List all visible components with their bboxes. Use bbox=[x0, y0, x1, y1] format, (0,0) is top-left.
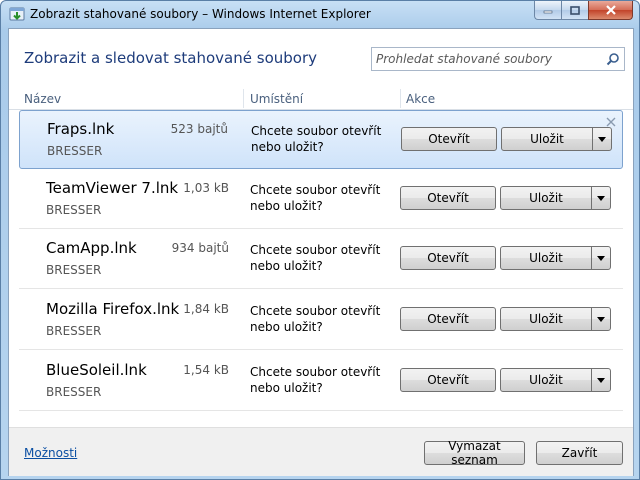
downloads-window: Zobrazit stahované soubory – Windows Int… bbox=[0, 0, 640, 480]
close-window-button[interactable] bbox=[588, 1, 633, 20]
dropdown-arrow-icon bbox=[597, 195, 605, 201]
download-row[interactable]: Mozilla Firefox.lnk 1,84 kB BRESSER Chce… bbox=[19, 291, 623, 350]
column-actions[interactable]: Akce bbox=[406, 92, 435, 108]
file-name: BlueSoleil.lnk bbox=[46, 361, 147, 379]
download-prompt: Chcete soubor otevřít nebo uložit? bbox=[250, 183, 381, 213]
save-options-button[interactable] bbox=[591, 368, 611, 392]
open-button[interactable]: Otevřít bbox=[400, 246, 496, 270]
file-name: CamApp.lnk bbox=[46, 239, 137, 257]
save-button[interactable]: Uložit bbox=[500, 186, 592, 210]
download-row[interactable]: CamApp.lnk 934 bajtů BRESSER Chcete soub… bbox=[19, 230, 623, 289]
save-options-button[interactable] bbox=[591, 246, 611, 270]
minimize-button[interactable] bbox=[534, 1, 561, 20]
download-row[interactable]: BlueSoleil.lnk 1,54 kB BRESSER Chcete so… bbox=[19, 352, 623, 411]
maximize-icon bbox=[570, 5, 580, 15]
open-button[interactable]: Otevřít bbox=[400, 186, 496, 210]
dropdown-arrow-icon bbox=[597, 377, 605, 383]
file-source: BRESSER bbox=[47, 144, 103, 158]
client-area: Zobrazit a sledovat stahované soubory Ná… bbox=[8, 28, 634, 476]
minimize-icon bbox=[543, 10, 553, 14]
save-options-button[interactable] bbox=[591, 307, 611, 331]
download-prompt: Chcete soubor otevřít nebo uložit? bbox=[251, 124, 382, 154]
download-row[interactable]: Fraps.lnk 523 bajtů BRESSER Chcete soubo… bbox=[19, 110, 623, 169]
file-size: 1,84 kB bbox=[183, 302, 229, 316]
title-bar[interactable]: Zobrazit stahované soubory – Windows Int… bbox=[1, 1, 639, 27]
dropdown-arrow-icon bbox=[597, 255, 605, 261]
download-prompt: Chcete soubor otevřít nebo uložit? bbox=[250, 365, 381, 395]
footer-bar: Možnosti Vymazat seznam Zavřít bbox=[9, 427, 633, 476]
column-location[interactable]: Umístění bbox=[250, 92, 303, 108]
file-name: Fraps.lnk bbox=[47, 120, 115, 138]
dropdown-arrow-icon bbox=[597, 316, 605, 322]
maximize-button[interactable] bbox=[561, 1, 588, 20]
column-headers: Název Umístění Akce bbox=[9, 89, 633, 110]
download-manager-icon bbox=[9, 7, 25, 21]
options-link[interactable]: Možnosti bbox=[24, 446, 77, 460]
file-size: 934 bajtů bbox=[171, 241, 229, 255]
clear-list-button[interactable]: Vymazat seznam bbox=[424, 439, 525, 467]
page-title: Zobrazit a sledovat stahované soubory bbox=[24, 49, 317, 67]
save-options-button[interactable] bbox=[591, 186, 611, 210]
close-icon bbox=[605, 5, 616, 15]
file-source: BRESSER bbox=[46, 263, 102, 277]
file-size: 1,54 kB bbox=[183, 363, 229, 377]
save-button[interactable]: Uložit bbox=[500, 307, 592, 331]
file-name: TeamViewer 7.lnk bbox=[46, 179, 179, 197]
save-button[interactable]: Uložit bbox=[500, 368, 592, 392]
open-button[interactable]: Otevřít bbox=[400, 368, 496, 392]
file-name: Mozilla Firefox.lnk bbox=[46, 300, 180, 318]
search-box[interactable] bbox=[371, 47, 625, 71]
download-prompt: Chcete soubor otevřít nebo uložit? bbox=[250, 243, 381, 273]
column-separator[interactable] bbox=[243, 89, 244, 108]
file-source: BRESSER bbox=[46, 203, 102, 217]
remove-item-icon[interactable] bbox=[606, 117, 616, 127]
save-button[interactable]: Uložit bbox=[500, 246, 592, 270]
column-name[interactable]: Název bbox=[24, 92, 61, 108]
file-size: 523 bajtů bbox=[170, 122, 228, 136]
search-input[interactable] bbox=[376, 50, 596, 68]
file-source: BRESSER bbox=[46, 385, 102, 399]
close-button[interactable]: Zavřít bbox=[536, 441, 623, 465]
caption-buttons bbox=[534, 1, 633, 21]
file-size: 1,03 kB bbox=[183, 181, 229, 195]
save-options-button[interactable] bbox=[592, 127, 612, 151]
save-button[interactable]: Uložit bbox=[501, 127, 593, 151]
download-row[interactable]: TeamViewer 7.lnk 1,03 kB BRESSER Chcete … bbox=[19, 170, 623, 229]
column-separator[interactable] bbox=[400, 89, 401, 108]
download-prompt: Chcete soubor otevřít nebo uložit? bbox=[250, 304, 381, 334]
window-title: Zobrazit stahované soubory – Windows Int… bbox=[30, 7, 371, 21]
open-button[interactable]: Otevřít bbox=[400, 307, 496, 331]
open-button[interactable]: Otevřít bbox=[401, 127, 497, 151]
file-source: BRESSER bbox=[46, 324, 102, 338]
dropdown-arrow-icon bbox=[598, 136, 606, 142]
search-icon[interactable] bbox=[606, 52, 620, 66]
